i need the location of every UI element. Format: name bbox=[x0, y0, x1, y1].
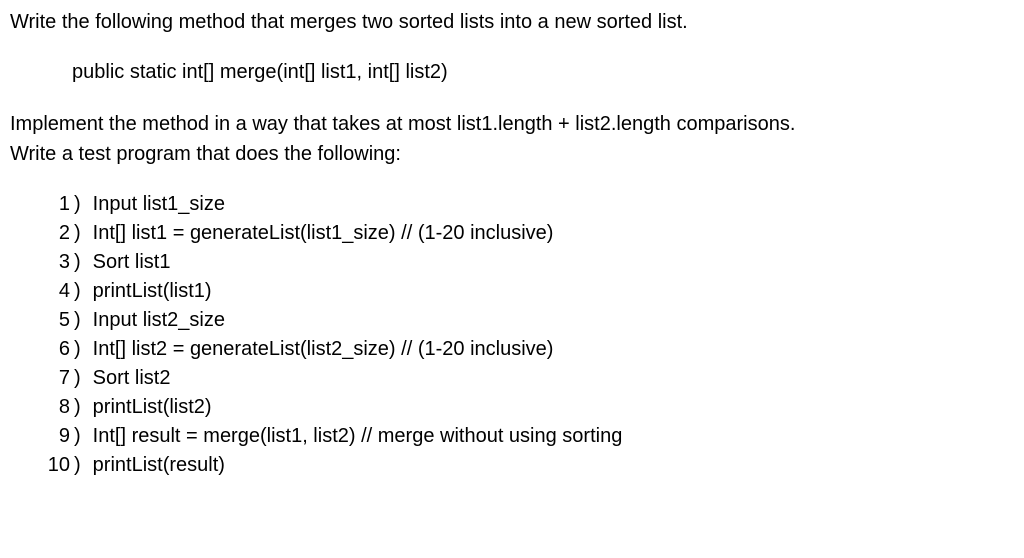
step-text: Int[] result = merge(list1, list2) // me… bbox=[93, 422, 1014, 451]
step-text: Sort list2 bbox=[93, 364, 1014, 393]
method-signature: public static int[] merge(int[] list1, i… bbox=[10, 58, 1014, 86]
intro-text: Write the following method that merges t… bbox=[10, 8, 1014, 36]
step-item: 10) printList(result) bbox=[40, 451, 1014, 480]
step-text: printList(result) bbox=[93, 451, 1014, 480]
step-item: 7) Sort list2 bbox=[40, 364, 1014, 393]
step-item: 3) Sort list1 bbox=[40, 248, 1014, 277]
step-item: 6) Int[] list2 = generateList(list2_size… bbox=[40, 335, 1014, 364]
implement-text: Implement the method in a way that takes… bbox=[10, 110, 1014, 138]
step-paren: ) bbox=[74, 219, 93, 248]
step-item: 8) printList(list2) bbox=[40, 393, 1014, 422]
step-text: printList(list1) bbox=[93, 277, 1014, 306]
step-number: 4 bbox=[40, 277, 74, 306]
step-text: Int[] list1 = generateList(list1_size) /… bbox=[93, 219, 1014, 248]
step-item: 4) printList(list1) bbox=[40, 277, 1014, 306]
test-intro-text: Write a test program that does the follo… bbox=[10, 140, 1014, 168]
step-paren: ) bbox=[74, 248, 93, 277]
step-number: 9 bbox=[40, 422, 74, 451]
step-text: printList(list2) bbox=[93, 393, 1014, 422]
step-paren: ) bbox=[74, 335, 93, 364]
step-paren: ) bbox=[74, 190, 93, 219]
step-paren: ) bbox=[74, 277, 93, 306]
step-text: Input list1_size bbox=[93, 190, 1014, 219]
step-item: 2) Int[] list1 = generateList(list1_size… bbox=[40, 219, 1014, 248]
step-number: 7 bbox=[40, 364, 74, 393]
step-number: 8 bbox=[40, 393, 74, 422]
steps-list: 1) Input list1_size 2) Int[] list1 = gen… bbox=[10, 190, 1014, 480]
step-number: 1 bbox=[40, 190, 74, 219]
step-item: 5) Input list2_size bbox=[40, 306, 1014, 335]
step-text: Input list2_size bbox=[93, 306, 1014, 335]
step-text: Sort list1 bbox=[93, 248, 1014, 277]
step-text: Int[] list2 = generateList(list2_size) /… bbox=[93, 335, 1014, 364]
step-number: 5 bbox=[40, 306, 74, 335]
step-paren: ) bbox=[74, 451, 93, 480]
step-item: 1) Input list1_size bbox=[40, 190, 1014, 219]
step-item: 9) Int[] result = merge(list1, list2) //… bbox=[40, 422, 1014, 451]
step-number: 3 bbox=[40, 248, 74, 277]
step-paren: ) bbox=[74, 393, 93, 422]
step-number: 2 bbox=[40, 219, 74, 248]
step-number: 10 bbox=[40, 451, 74, 480]
step-number: 6 bbox=[40, 335, 74, 364]
step-paren: ) bbox=[74, 364, 93, 393]
step-paren: ) bbox=[74, 422, 93, 451]
step-paren: ) bbox=[74, 306, 93, 335]
